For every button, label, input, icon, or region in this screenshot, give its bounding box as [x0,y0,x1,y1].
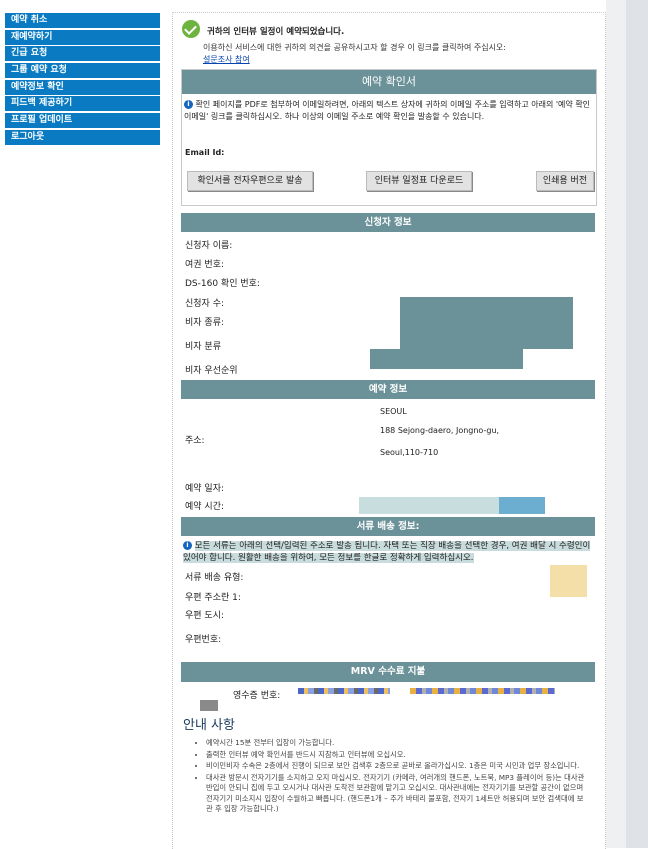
visa-priority-label: 비자 우선순위 [185,366,238,376]
survey-link[interactable]: 설문조사 참여 [203,54,250,65]
success-title: 귀하의 인터뷰 일정이 예약되었습니다. [207,27,345,37]
delivery-type-label: 서류 배송 유형: [185,573,244,583]
visa-type-label: 비자 종류: [185,318,225,328]
check-icon [182,20,200,38]
sidebar-nav: 예약 취소 재예약하기 긴급 요청 그룹 예약 요청 예약정보 확인 피드백 제… [5,13,160,147]
redacted-receipt [298,688,390,694]
appointment-date-label: 예약 일자: [185,484,225,494]
confirmation-note: i 확인 페이지를 PDF로 첨부하여 이메일하려면, 아래의 텍스트 상자에 … [184,99,592,123]
address-line-2: 188 Sejong-daero, Jongno-gu, [380,426,500,435]
postal-address-label: 우편 주소란 1: [185,593,241,603]
send-mail-button[interactable]: 확인서를 전자우편으로 발송 [187,171,313,191]
address-line-3: Seoul,110-710 [380,448,439,457]
right-scroll-gutter [606,0,626,848]
success-description: 이용하신 서비스에 대한 귀하의 의견을 공유하시고자 할 경우 이 링크를 클… [203,43,506,52]
appointment-time-label: 예약 시간: [185,502,225,512]
zip-label: 우편번호: [185,635,222,645]
guide-item: 출력한 인터뷰 예약 확인서를 반드시 지참하고 인터뷰에 오십시오. [206,750,586,761]
sidebar-item-logout[interactable]: 로그아웃 [5,129,160,145]
guide-item: 비이민비자 수속은 2층에서 진행이 되므로 보안 검색후 2층으로 곧바로 올… [206,761,586,772]
confirmation-title: 예약 확인서 [182,70,596,94]
address-label: 주소: [185,436,205,446]
redacted-priority-block [370,349,523,369]
sidebar-item-group[interactable]: 그룹 예약 요청 [5,63,160,79]
ds160-label: DS-160 확인 번호: [185,279,260,289]
sidebar-item-feedback[interactable]: 피드백 제공하기 [5,96,160,112]
redacted-time-block [499,497,545,514]
guide-title: 안내 사항 [183,718,235,733]
info-icon: i [184,100,193,109]
download-schedule-button[interactable]: 인터뷰 일정표 다운로드 [366,171,472,191]
confirmation-note-text: 확인 페이지를 PDF로 첨부하여 이메일하려면, 아래의 텍스트 상자에 귀하… [184,100,591,121]
mrv-section-title: MRV 수수료 지불 [181,662,595,682]
redacted-visa-block [400,297,573,349]
redacted-gray-block [200,700,218,711]
postal-city-label: 우편 도시: [185,611,225,621]
email-label: Email Id: [185,148,225,157]
guide-item: 예약시간 15분 전부터 입장이 가능합니다. [206,738,586,749]
sidebar-item-emergency[interactable]: 긴급 요청 [5,46,160,62]
confirmation-panel: 예약 확인서 i 확인 페이지를 PDF로 첨부하여 이메일하려면, 아래의 텍… [181,69,597,206]
delivery-note: i 모든 서류는 아래의 선택/입력된 주소로 발송 됩니다. 자택 또는 직장… [183,540,593,564]
applicant-section-title: 신청자 정보 [181,213,595,232]
applicant-name-label: 신청자 이름: [185,241,233,251]
sidebar-item-cancel[interactable]: 예약 취소 [5,13,160,28]
scrollbar[interactable] [626,0,648,848]
sidebar-item-reschedule[interactable]: 재예약하기 [5,29,160,45]
print-version-button[interactable]: 인쇄용 버전 [536,171,594,191]
passport-label: 여권 번호: [185,260,225,270]
sidebar-item-profile[interactable]: 프로필 업데이트 [5,113,160,129]
appointment-section-title: 예약 정보 [181,380,595,399]
delivery-section-title: 서류 배송 정보: [181,517,595,536]
address-line-1: SEOUL [380,407,407,416]
redacted-receipt-2 [410,688,555,694]
sidebar-item-confirm[interactable]: 예약정보 확인 [5,79,160,95]
delivery-note-text: 모든 서류는 아래의 선택/입력된 주소로 발송 됩니다. 자택 또는 직장 배… [183,541,591,563]
info-icon: i [183,541,192,550]
receipt-number-label: 영수증 번호: [233,691,281,701]
applicant-count-label: 신청자 수: [185,299,225,309]
guide-item: 대사관 방문시 전자기기를 소지하고 오지 마십시오. 전자기기 (카메라, 여… [206,773,586,815]
redacted-delivery-block [550,565,587,597]
guide-list: 예약시간 15분 전부터 입장이 가능합니다. 출력한 인터뷰 예약 확인서를 … [200,738,586,816]
visa-class-label: 비자 분류 [185,342,221,352]
